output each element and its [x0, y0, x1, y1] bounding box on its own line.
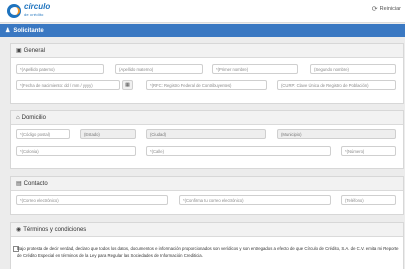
- panel-title-terminos: Términos y condiciones: [23, 226, 87, 233]
- home-icon: ⌂: [16, 114, 20, 121]
- colonia-input[interactable]: *(Colonia): [16, 146, 136, 156]
- numero-input[interactable]: *(Número): [341, 146, 396, 156]
- panel-title-contacto: Contacto: [23, 180, 48, 187]
- circulo-de-credito-logo: círculo de crédito: [7, 3, 50, 19]
- terms-text: Bajo protesta de decir verdad, declaro q…: [17, 246, 399, 258]
- id-card-icon: ▣: [16, 48, 22, 54]
- logo-text: círculo: [24, 2, 51, 11]
- codigo-postal-input[interactable]: *(Código postal): [16, 129, 70, 139]
- confirma-correo-input[interactable]: *(Confirma tu correo electrónico): [179, 195, 331, 205]
- curp-input[interactable]: (CURP: Clave Única de Registro de Poblac…: [277, 80, 396, 90]
- panel-title-general: General: [23, 47, 46, 54]
- calendar-button[interactable]: ▦: [122, 80, 133, 90]
- logo-subtext: de crédito: [24, 12, 44, 17]
- user-icon: ♟: [5, 28, 11, 34]
- eye-icon: ◉: [16, 227, 22, 233]
- section-title: Solicitante: [13, 27, 44, 34]
- panel-domicilio: ⌂ Domicilio: [10, 110, 404, 169]
- correo-input[interactable]: *(Correo electrónico): [16, 195, 168, 205]
- contact-card-icon: ▤: [16, 181, 22, 187]
- apellido-paterno-input[interactable]: *(Apellido paterno): [16, 64, 104, 74]
- segundo-nombre-input[interactable]: (Segundo nombre): [310, 64, 396, 74]
- refresh-button[interactable]: ⟳ Reiniciar: [372, 5, 401, 13]
- refresh-icon: ⟳: [371, 6, 378, 13]
- top-bar: círculo de crédito ⟳ Reiniciar: [0, 0, 405, 23]
- fecha-nacimiento-input[interactable]: *(Fecha de nacimiento: dd / mm / yyyy): [16, 80, 120, 90]
- logo-mark-icon: [7, 4, 21, 18]
- refresh-label: Reiniciar: [379, 6, 401, 12]
- section-header-solicitante: ♟ Solicitante: [0, 24, 405, 37]
- telefono-input[interactable]: (Teléfono): [341, 195, 396, 205]
- estado-input[interactable]: (Estado): [80, 129, 136, 139]
- calendar-icon: ▦: [125, 82, 130, 88]
- calle-input[interactable]: *(Calle): [146, 146, 331, 156]
- rfc-input[interactable]: *(RFC: Registro Federal de Contribuyente…: [146, 80, 267, 90]
- municipio-input[interactable]: (Municipio): [277, 129, 396, 139]
- ciudad-input[interactable]: (Ciudad): [146, 129, 266, 139]
- primer-nombre-input[interactable]: *(Primer nombre): [212, 64, 298, 74]
- panel-title-domicilio: Domicilio: [21, 114, 46, 121]
- apellido-materno-input[interactable]: (Apellido materno): [115, 64, 203, 74]
